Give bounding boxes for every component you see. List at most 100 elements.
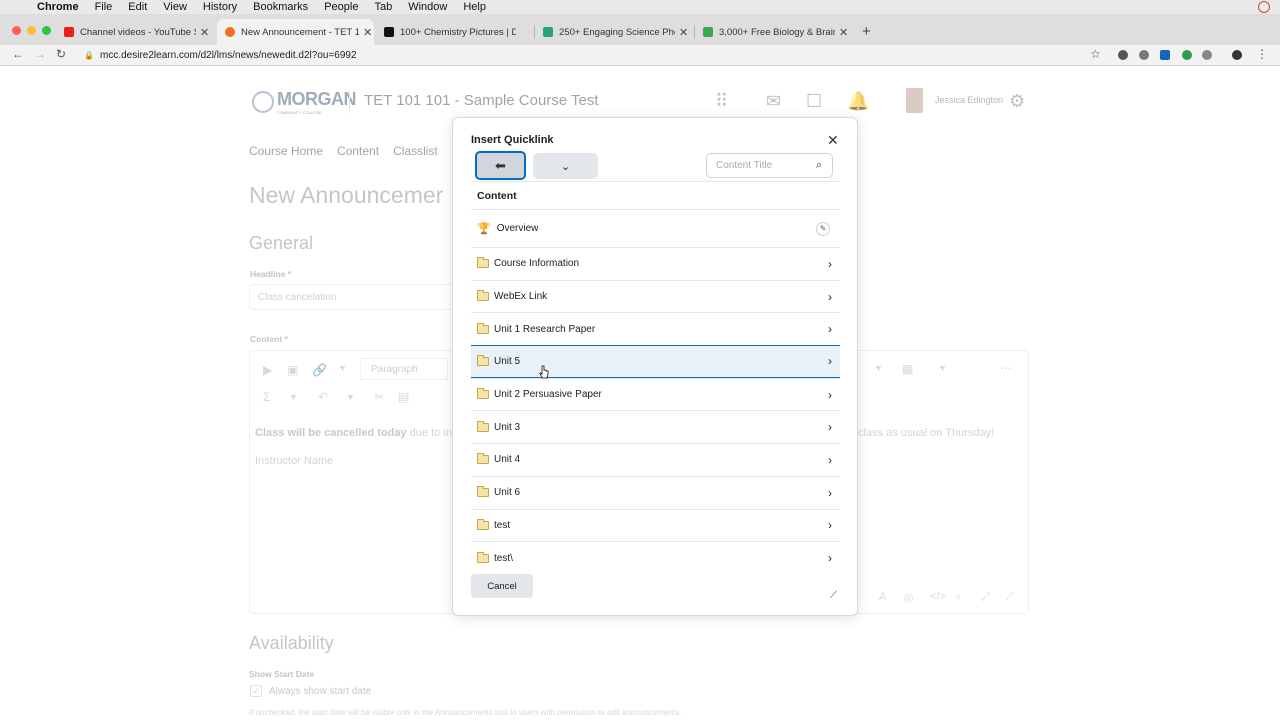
list-item-test-backslash[interactable]: test\ › — [471, 541, 840, 574]
edit-icon[interactable]: ✎ — [816, 221, 830, 236]
list-item-course-information[interactable]: Course Information › — [471, 247, 840, 280]
browser-toolbar: ← → ↻ 🔒 mcc.desire2learn.com/d2l/lms/new… — [0, 45, 1280, 66]
close-tab-icon[interactable]: ✕ — [200, 26, 209, 39]
forward-icon[interactable]: → — [34, 47, 46, 61]
maximize-window-icon[interactable] — [42, 26, 51, 35]
back-icon[interactable]: ← — [12, 47, 24, 61]
folder-icon — [477, 354, 489, 366]
overview-icon: 🏆 — [477, 223, 491, 235]
menu-window[interactable]: Window — [408, 1, 447, 13]
lock-icon: 🔒 — [84, 51, 94, 60]
youtube-icon — [64, 27, 74, 37]
folder-icon — [477, 420, 489, 432]
address-bar[interactable]: 🔒 mcc.desire2learn.com/d2l/lms/news/newe… — [70, 46, 1110, 64]
apple-icon[interactable] — [9, 0, 23, 14]
extension-icon[interactable] — [1160, 50, 1170, 60]
menu-view[interactable]: View — [163, 1, 187, 13]
list-item-label: test — [494, 519, 511, 531]
tab-youtube[interactable]: Channel videos - YouTube Stu ✕ — [56, 19, 216, 45]
resize-handle-icon[interactable]: ⟋ — [830, 590, 837, 601]
chevron-right-icon[interactable]: › — [828, 518, 832, 532]
d2l-icon — [225, 27, 235, 37]
reload-icon[interactable]: ↻ — [56, 47, 66, 61]
tab-title: Channel videos - YouTube Stu — [80, 26, 196, 38]
folder-icon — [477, 453, 489, 465]
list-item-unit-1[interactable]: Unit 1 Research Paper › — [471, 312, 840, 345]
list-item-webex-link[interactable]: WebEx Link › — [471, 279, 840, 313]
menu-people[interactable]: People — [324, 1, 358, 13]
chevron-right-icon[interactable]: › — [828, 420, 832, 434]
close-icon[interactable]: ✕ — [827, 132, 839, 149]
chevron-right-icon[interactable]: › — [828, 551, 832, 565]
menu-bookmarks[interactable]: Bookmarks — [253, 1, 308, 13]
minimize-window-icon[interactable] — [27, 26, 36, 35]
mouse-cursor-icon — [539, 365, 549, 379]
search-input[interactable] — [716, 160, 816, 171]
extension-icon[interactable] — [1182, 50, 1192, 60]
tab-strip: Channel videos - YouTube Stu ✕ New Annou… — [0, 14, 1280, 45]
stock-photo-icon — [543, 27, 553, 37]
chevron-right-icon[interactable]: › — [828, 453, 832, 467]
close-window-icon[interactable] — [12, 26, 21, 35]
chevron-right-icon[interactable]: › — [828, 290, 832, 304]
menu-tab[interactable]: Tab — [374, 1, 392, 13]
chevron-right-icon[interactable]: › — [828, 388, 832, 402]
folder-icon — [477, 518, 489, 530]
content-search[interactable]: ⌕ — [706, 153, 833, 178]
dialog-title: Insert Quicklink — [471, 134, 554, 146]
menu-edit[interactable]: Edit — [128, 1, 147, 13]
search-icon[interactable]: ⌕ — [816, 159, 822, 172]
folder-icon — [477, 388, 489, 400]
list-item-test[interactable]: test › — [471, 508, 840, 542]
chevron-right-icon[interactable]: › — [828, 354, 832, 368]
list-item-label: Unit 4 — [494, 454, 521, 466]
menu-history[interactable]: History — [203, 1, 237, 13]
chevron-right-icon[interactable]: › — [828, 486, 832, 500]
list-item-label: Unit 6 — [494, 487, 521, 499]
list-item-label: Unit 3 — [494, 421, 521, 433]
chevron-right-icon[interactable]: › — [828, 322, 832, 336]
extension-icon[interactable] — [1139, 50, 1149, 60]
tab-biology[interactable]: 3,000+ Free Biology & Brain Im ✕ — [695, 19, 855, 45]
folder-icon — [477, 322, 489, 334]
list-item-label: Unit 1 Research Paper — [494, 323, 596, 335]
status-icon[interactable] — [1258, 1, 1270, 13]
unsplash-icon — [384, 27, 394, 37]
list-heading: Content — [477, 190, 517, 202]
content-list: 🏆 Overview ✎ Course Information › WebEx … — [471, 209, 840, 574]
tab-chemistry[interactable]: 100+ Chemistry Pictures | Dow — [376, 19, 533, 45]
close-tab-icon[interactable]: ✕ — [363, 26, 372, 39]
chevron-down-icon: ⌄ — [560, 160, 571, 173]
menu-help[interactable]: Help — [463, 1, 486, 13]
chevron-right-icon[interactable]: › — [828, 257, 832, 271]
new-tab-button[interactable]: + — [862, 23, 871, 40]
menu-file[interactable]: File — [95, 1, 113, 13]
folder-icon — [477, 257, 489, 269]
menu-dropdown-button[interactable]: ⌄ — [533, 153, 598, 179]
list-item-unit-2[interactable]: Unit 2 Persuasive Paper › — [471, 377, 840, 411]
list-item-overview[interactable]: 🏆 Overview ✎ — [471, 209, 840, 247]
list-divider — [471, 181, 840, 182]
close-tab-icon[interactable]: ✕ — [839, 26, 848, 39]
back-button[interactable]: ⬅ — [475, 151, 526, 180]
list-item-unit-3[interactable]: Unit 3 › — [471, 410, 840, 443]
list-item-unit-5[interactable]: Unit 5 › — [471, 345, 840, 378]
tab-science[interactable]: 250+ Engaging Science Photo ✕ — [535, 19, 695, 45]
list-item-label: Overview — [496, 223, 539, 234]
pixabay-icon — [703, 27, 713, 37]
bookmark-star-icon[interactable]: ☆ — [1090, 47, 1101, 61]
tab-title: 250+ Engaging Science Photo — [559, 26, 675, 38]
cancel-button[interactable]: Cancel — [471, 574, 533, 598]
more-icon[interactable]: ⋮ — [1256, 47, 1268, 61]
close-tab-icon[interactable]: ✕ — [679, 26, 688, 39]
menu-app[interactable]: Chrome — [37, 1, 79, 13]
tab-title: 100+ Chemistry Pictures | Dow — [400, 26, 516, 38]
list-item-unit-4[interactable]: Unit 4 › — [471, 443, 840, 476]
extension-icon[interactable] — [1118, 50, 1128, 60]
tab-title: 3,000+ Free Biology & Brain Im — [719, 26, 835, 38]
list-item-unit-6[interactable]: Unit 6 › — [471, 475, 840, 509]
profile-icon[interactable] — [1232, 50, 1242, 60]
list-item-label: Unit 5 — [494, 355, 521, 367]
extension-icon[interactable] — [1202, 50, 1212, 60]
tab-new-announcement[interactable]: New Announcement - TET 101 ✕ — [217, 19, 374, 45]
